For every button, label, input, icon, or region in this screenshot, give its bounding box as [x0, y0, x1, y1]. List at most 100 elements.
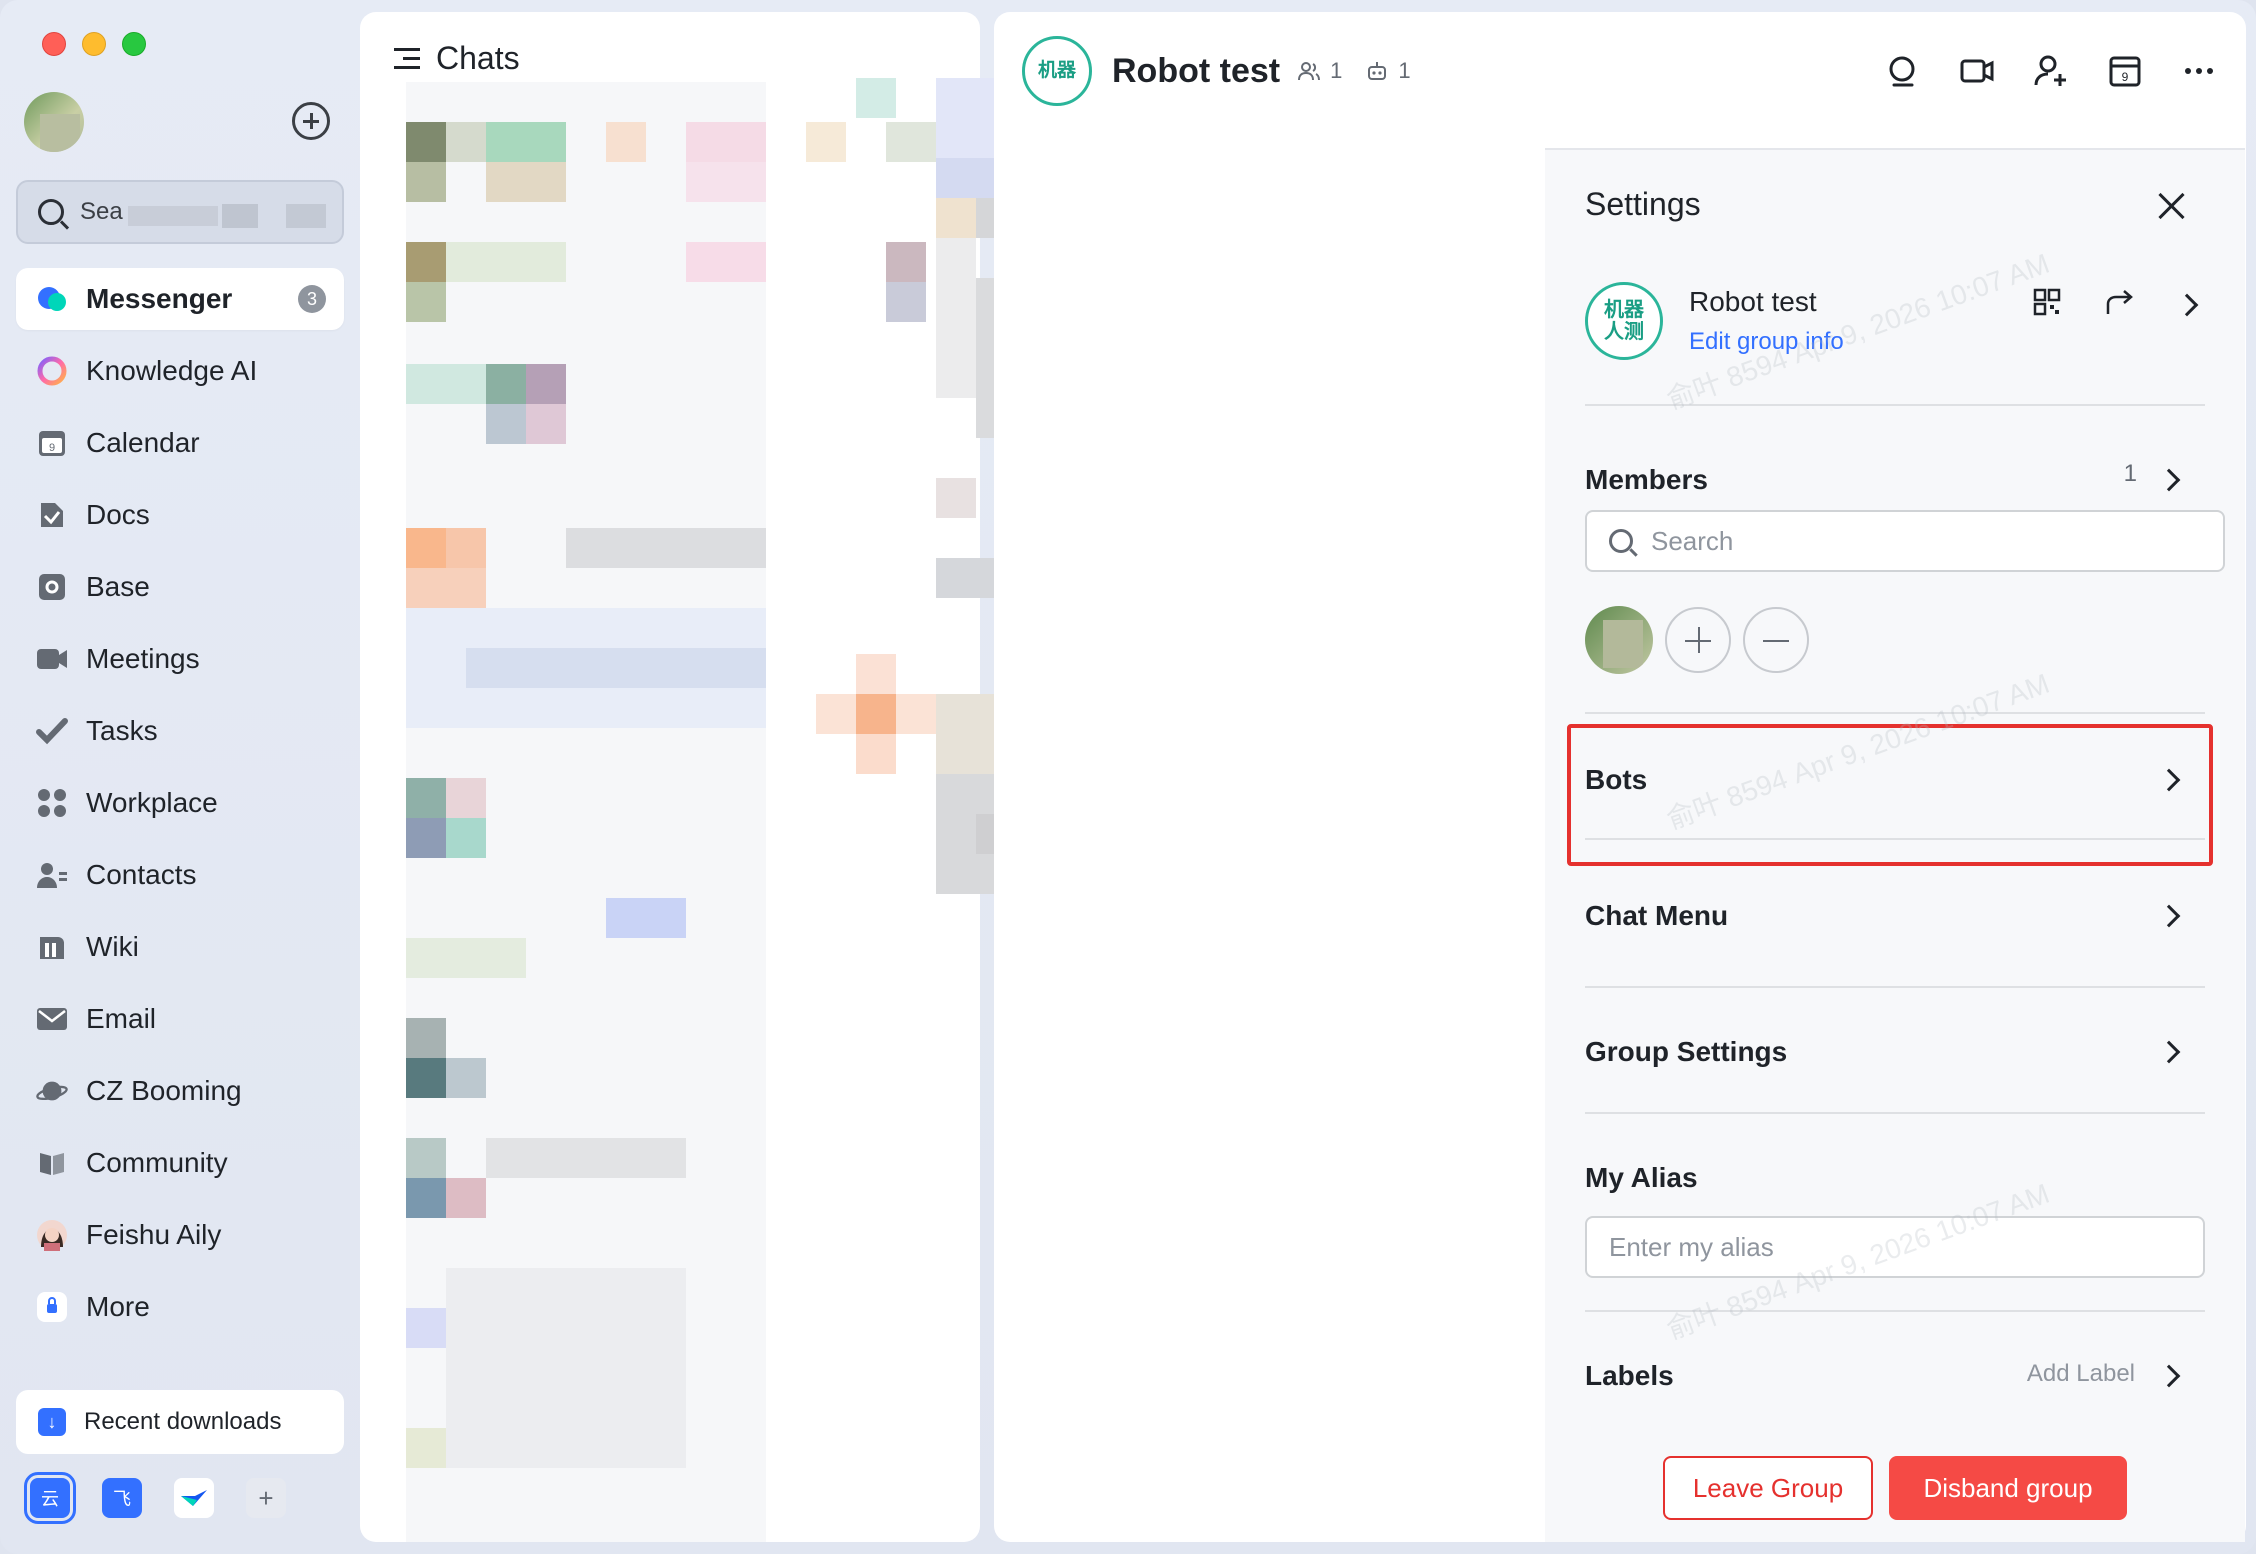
community-icon [36, 1147, 68, 1179]
bot-icon [1368, 62, 1387, 80]
qr-code-icon[interactable] [2033, 288, 2061, 321]
sidebar: Sea Messenger 3 Knowledge AI 9 Calendar … [0, 0, 360, 1554]
sidebar-item-messenger[interactable]: Messenger 3 [16, 268, 344, 330]
alias-placeholder: Enter my alias [1609, 1231, 1774, 1262]
my-alias-label: My Alias [1585, 1162, 1698, 1193]
group-avatar: 机器人测 [1585, 282, 1663, 360]
sidebar-item-docs[interactable]: Docs [16, 484, 344, 546]
chevron-right-icon[interactable] [2175, 293, 2199, 316]
share-icon[interactable] [2105, 288, 2135, 321]
remove-member-button[interactable] [1743, 607, 1809, 673]
member-avatar[interactable] [1585, 606, 1653, 674]
redacted-text [286, 204, 326, 228]
sidebar-item-workplace[interactable]: Workplace [16, 772, 344, 834]
download-icon: ↓ [38, 1408, 66, 1436]
group-settings-label[interactable]: Group Settings [1585, 1036, 1787, 1068]
group-info-actions [2033, 288, 2199, 321]
sidebar-item-email[interactable]: Email [16, 988, 344, 1050]
redacted-text [128, 206, 218, 226]
calendar-icon[interactable]: 9 [2108, 54, 2142, 88]
chat-list-title: Chats [436, 40, 520, 76]
video-call-icon[interactable] [1960, 54, 1994, 88]
add-tenant-icon[interactable]: + [246, 1478, 286, 1518]
sidebar-item-label: Base [86, 571, 150, 602]
sidebar-item-cz-booming[interactable]: CZ Booming [16, 1060, 344, 1122]
chat-filter-icon[interactable] [394, 47, 420, 70]
sidebar-item-tasks[interactable]: Tasks [16, 700, 344, 762]
leave-group-button[interactable]: Leave Group [1663, 1456, 1873, 1520]
divider [1585, 986, 2205, 988]
members-row [1585, 606, 1809, 674]
bots-label[interactable]: Bots [1585, 764, 1647, 796]
tenant-feishu-icon[interactable]: 飞 [102, 1478, 142, 1518]
calendar-day-number: 9 [2122, 70, 2129, 84]
user-avatar[interactable] [24, 92, 84, 152]
edit-group-info-link[interactable]: Edit group info [1689, 328, 1844, 356]
tenant-cloud-icon[interactable]: 云 [24, 1472, 76, 1524]
create-icon[interactable] [292, 102, 330, 140]
close-icon[interactable] [2157, 192, 2185, 220]
divider [1585, 712, 2205, 714]
sidebar-item-calendar[interactable]: 9 Calendar [16, 412, 344, 474]
group-avatar-text: 机器人测 [1604, 299, 1644, 343]
sidebar-item-knowledge-ai[interactable]: Knowledge AI [16, 340, 344, 402]
divider [1585, 404, 2205, 406]
chat-title[interactable]: Robot test [1112, 52, 1280, 91]
more-icon [36, 1291, 68, 1323]
chevron-right-icon[interactable] [2157, 1364, 2181, 1388]
sidebar-item-label: Email [86, 1003, 157, 1034]
add-label-button[interactable]: Add Label [2027, 1360, 2135, 1388]
chevron-right-icon[interactable] [2157, 904, 2181, 928]
members-count: 1 [2123, 460, 2137, 487]
sidebar-search[interactable]: Sea [16, 180, 344, 244]
sidebar-item-label: Docs [86, 499, 150, 530]
sidebar-item-meetings[interactable]: Meetings [16, 628, 344, 690]
sidebar-item-label: Wiki [86, 931, 139, 962]
chevron-right-icon[interactable] [2157, 468, 2181, 492]
members-search-input[interactable]: Search [1585, 510, 2225, 572]
sidebar-item-label: Calendar [86, 427, 200, 458]
knowledge-ai-icon [36, 355, 68, 387]
members-icon [1298, 62, 1321, 81]
base-icon [36, 571, 68, 603]
labels-label: Labels [1585, 1360, 1674, 1391]
meetings-icon [36, 643, 68, 675]
contacts-icon [36, 859, 68, 891]
messenger-icon [36, 283, 68, 315]
more-options-icon[interactable] [2182, 54, 2216, 88]
sidebar-item-label: Contacts [86, 859, 197, 890]
sidebar-item-wiki[interactable]: Wiki [16, 916, 344, 978]
calendar-day-number: 9 [49, 442, 55, 454]
email-icon [36, 1003, 68, 1035]
sidebar-item-community[interactable]: Community [16, 1132, 344, 1194]
disband-group-button[interactable]: Disband group [1889, 1456, 2127, 1520]
sidebar-nav: Messenger 3 Knowledge AI 9 Calendar Docs [16, 268, 344, 1348]
sidebar-item-more[interactable]: More [16, 1276, 344, 1338]
settings-title: Settings [1585, 186, 1701, 222]
chat-meta: 1 1 [1298, 58, 1411, 84]
tenant-bird-icon[interactable] [174, 1478, 214, 1518]
chat-menu-label[interactable]: Chat Menu [1585, 900, 1728, 932]
divider [1585, 1112, 2205, 1114]
add-member-icon[interactable] [2034, 54, 2068, 88]
chevron-right-icon[interactable] [2157, 1040, 2181, 1064]
aily-avatar-icon [36, 1219, 68, 1251]
group-info-row[interactable]: 机器人测 Robot test Edit group info [1585, 282, 1844, 360]
search-icon [1609, 529, 1633, 553]
docs-icon [36, 499, 68, 531]
search-placeholder: Search [1651, 525, 1734, 556]
add-member-button[interactable] [1665, 607, 1731, 673]
alias-input[interactable]: Enter my alias [1585, 1216, 2205, 1278]
bot-count: 1 [1398, 58, 1411, 83]
divider [1585, 838, 2205, 840]
sidebar-item-base[interactable]: Base [16, 556, 344, 618]
bots-highlight [1567, 724, 2213, 866]
group-avatar[interactable]: 机器 [1022, 36, 1092, 106]
recent-downloads-button[interactable]: ↓ Recent downloads [16, 1390, 344, 1454]
members-label: Members [1585, 464, 1708, 495]
sidebar-item-feishu-aily[interactable]: Feishu Aily [16, 1204, 344, 1266]
search-chat-icon[interactable] [1886, 54, 1920, 88]
calendar-icon: 9 [36, 427, 68, 459]
sidebar-item-contacts[interactable]: Contacts [16, 844, 344, 906]
workplace-icon [36, 787, 68, 819]
